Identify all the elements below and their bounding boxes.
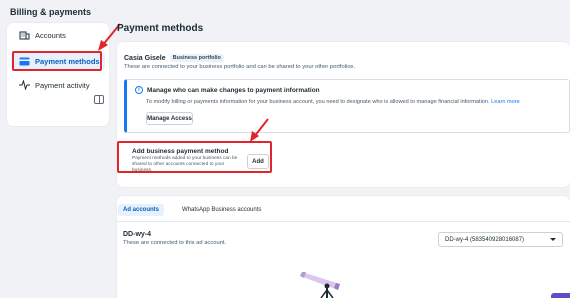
sidebar-item-label: Payment activity	[35, 80, 90, 90]
business-portfolio-badge: Business portfolio	[169, 54, 224, 62]
tab-whatsapp-business-accounts[interactable]: WhatsApp Business accounts	[177, 204, 266, 216]
tab-ad-accounts[interactable]: Ad accounts	[118, 204, 165, 216]
sidebar-item-label: Accounts	[35, 30, 66, 40]
corner-chip	[551, 293, 570, 298]
ad-account-description: These are connected to this ad account.	[123, 240, 227, 246]
info-icon: i	[135, 86, 143, 94]
learn-more-link[interactable]: Learn more	[491, 99, 520, 105]
manage-access-info-box: i Manage who can make changes to payment…	[124, 79, 570, 133]
ad-accounts-card: Ad accounts WhatsApp Business accounts D…	[117, 196, 570, 298]
business-description: These are connected to your business por…	[124, 64, 356, 70]
sidebar: Accounts Payment methods Payment activit…	[7, 23, 109, 126]
sidebar-item-accounts[interactable]: Accounts	[11, 26, 105, 44]
info-title: Manage who can make changes to payment i…	[147, 86, 320, 94]
business-name: Casia Gisele	[124, 54, 166, 62]
ad-account-name: DD-wy-4	[123, 231, 152, 238]
telescope-illustration-icon	[300, 272, 340, 298]
building-icon	[19, 30, 30, 40]
activity-icon	[19, 80, 30, 90]
sidebar-item-payment-activity[interactable]: Payment activity	[11, 76, 105, 94]
ad-account-select[interactable]: DD-wy-4 (583540928016087)	[438, 232, 563, 247]
info-title-row: i Manage who can make changes to payment…	[135, 86, 320, 94]
annotation-arrow-icon	[250, 118, 269, 142]
main-title: Payment methods	[117, 23, 204, 34]
chevron-down-icon	[550, 238, 556, 241]
page-title: Billing & payments	[10, 7, 92, 17]
info-text: To modify billing or payments informatio…	[146, 99, 490, 105]
tab-divider	[117, 221, 570, 222]
info-text-row: To modify billing or payments informatio…	[146, 99, 520, 105]
highlight-box-add-payment	[117, 141, 272, 173]
business-name-row: Casia Gisele Business portfolio	[124, 54, 224, 62]
ad-account-select-value: DD-wy-4 (583540928016087)	[445, 236, 525, 243]
collapse-sidebar-icon[interactable]	[94, 95, 104, 104]
highlight-box-payment-methods	[12, 51, 102, 71]
manage-access-button[interactable]: Manage Access	[146, 112, 193, 125]
